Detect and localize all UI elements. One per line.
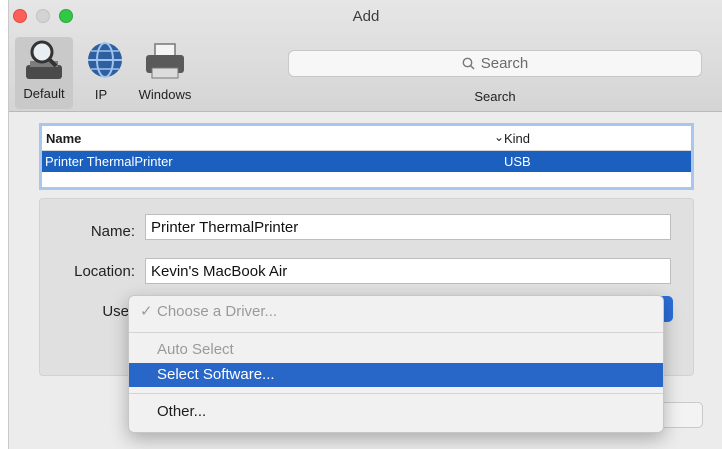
search-label: Search bbox=[474, 89, 516, 104]
location-label: Location: bbox=[74, 263, 135, 280]
menu-item-choose-driver: ✓ Choose a Driver... bbox=[129, 300, 663, 324]
menu-item-label: Auto Select bbox=[157, 341, 234, 358]
toolbar: Add Default IP Windows Search Search bbox=[9, 0, 722, 112]
menu-item-label: Choose a Driver... bbox=[157, 303, 278, 320]
menu-item-label: Other... bbox=[157, 403, 207, 420]
window-title: Add bbox=[352, 8, 380, 25]
location-field[interactable]: Kevin's MacBook Air bbox=[145, 258, 671, 284]
add-printer-window: Add Default IP Windows Search Search Nam… bbox=[8, 0, 722, 449]
globe-icon bbox=[88, 42, 122, 78]
name-label: Name: bbox=[90, 223, 135, 240]
column-header-name[interactable]: Name bbox=[46, 131, 81, 146]
search-icon bbox=[462, 57, 475, 70]
list-header: Name ⌄ Kind bbox=[42, 126, 691, 151]
driver-dropdown-menu: ✓ Choose a Driver... Auto Select Select … bbox=[128, 295, 664, 433]
menu-item-label: Select Software... bbox=[157, 366, 275, 383]
printer-icon bbox=[146, 43, 184, 79]
column-header-kind[interactable]: Kind bbox=[504, 131, 530, 146]
chevron-down-icon: ⌄ bbox=[494, 130, 505, 144]
menu-item-select-software[interactable]: Select Software... bbox=[129, 363, 663, 387]
row-printer-name: Printer ThermalPrinter bbox=[45, 154, 173, 169]
printer-list[interactable]: Name ⌄ Kind Printer ThermalPrinter USB bbox=[39, 123, 694, 190]
menu-item-auto-select: Auto Select bbox=[129, 338, 663, 362]
toolbar-ip-label: IP bbox=[94, 87, 108, 102]
menu-separator bbox=[129, 332, 663, 333]
row-printer-kind: USB bbox=[504, 154, 531, 169]
toolbar-windows-label: Windows bbox=[138, 87, 192, 102]
search-field[interactable]: Search bbox=[288, 50, 702, 77]
name-field[interactable]: Printer ThermalPrinter bbox=[145, 214, 671, 240]
menu-item-other[interactable]: Other... bbox=[129, 400, 663, 424]
use-label: Use bbox=[102, 303, 129, 320]
search-placeholder: Search bbox=[480, 55, 529, 72]
checkmark-icon: ✓ bbox=[140, 303, 153, 320]
dialog-button[interactable] bbox=[661, 402, 703, 428]
table-row[interactable]: Printer ThermalPrinter USB bbox=[42, 151, 691, 172]
toolbar-default-label: Default bbox=[23, 86, 65, 101]
menu-separator bbox=[129, 393, 663, 394]
toolbar-windows-button[interactable]: Windows bbox=[129, 38, 201, 108]
toolbar-default-button[interactable]: Default bbox=[15, 37, 73, 109]
magnifier-printer-icon bbox=[26, 40, 62, 79]
toolbar-ip-button[interactable]: IP bbox=[81, 38, 122, 108]
